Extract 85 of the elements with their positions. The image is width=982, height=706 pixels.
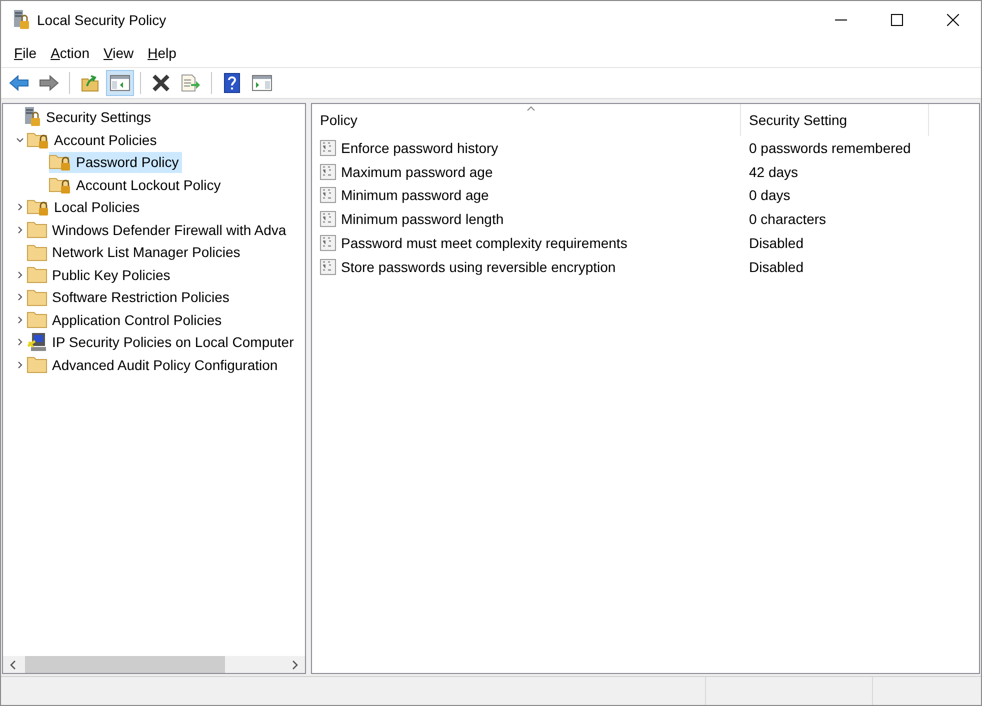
- security-setting-value: Disabled: [748, 258, 804, 275]
- locked-folder-icon: [49, 153, 71, 172]
- tree-item[interactable]: Windows Defender Firewall with Adva: [27, 219, 290, 240]
- security-setting-value: 42 days: [748, 164, 800, 180]
- menu-item[interactable]: Help: [140, 44, 184, 60]
- locked-folder-icon: [27, 130, 49, 149]
- tree-item-label: Account Lockout Policy: [76, 176, 221, 193]
- policy-name: Minimum password age: [341, 187, 489, 204]
- maximize-icon[interactable]: [891, 14, 903, 26]
- tree-item[interactable]: IP Security Policies on Local Computer: [27, 332, 297, 353]
- tree-item[interactable]: Account Policies: [27, 129, 160, 150]
- scrollbar-thumb[interactable]: [25, 656, 225, 673]
- expand-chevron-icon[interactable]: [16, 293, 24, 302]
- locked-folder-icon: [49, 176, 71, 194]
- policy-name: Store passwords using reversible encryption: [341, 258, 616, 275]
- sort-indicator-icon: [527, 106, 535, 111]
- tree-item-label: IP Security Policies on Local Computer: [52, 334, 294, 350]
- tree-pane-icon: [110, 75, 130, 91]
- help-icon: [224, 73, 240, 93]
- tree-item-label: Password Policy: [76, 154, 179, 170]
- close-icon[interactable]: [947, 14, 959, 26]
- scroll-left-icon[interactable]: [9, 660, 17, 670]
- locked-folder-icon: [27, 198, 49, 216]
- tree-item-label: Windows Defender Firewall with Adva: [52, 222, 286, 238]
- security-setting-value: 0 characters: [748, 211, 828, 228]
- window-title: Local Security Policy: [37, 12, 166, 28]
- column-header[interactable]: Security Setting: [741, 104, 929, 136]
- tree-item[interactable]: Account Lockout Policy: [49, 174, 224, 196]
- expand-chevron-icon[interactable]: [16, 226, 24, 234]
- expand-chevron-icon[interactable]: [16, 338, 24, 346]
- tree-item-label: Security Settings: [46, 109, 152, 126]
- policy-setting-icon: [320, 258, 336, 275]
- forward-arrow-icon: [39, 75, 59, 91]
- folder-icon: [27, 311, 47, 328]
- server-lock-icon: [12, 10, 30, 30]
- tree-item[interactable]: Security Settings: [23, 106, 154, 128]
- server-lock-icon: [23, 107, 41, 128]
- tree-item-label: Application Control Policies: [52, 312, 222, 328]
- expand-chevron-icon[interactable]: [16, 270, 24, 279]
- action-pane-icon: [252, 75, 272, 91]
- folder-icon: [27, 221, 47, 238]
- expand-chevron-icon[interactable]: [16, 360, 24, 369]
- tree-item-label: Public Key Policies: [52, 266, 170, 283]
- column-header[interactable]: Policy: [312, 104, 741, 136]
- tree-item-label: Network List Manager Policies: [52, 244, 240, 260]
- folder-icon: [27, 288, 47, 306]
- horizontal-scrollbar[interactable]: [3, 656, 305, 673]
- policy-name: Minimum password length: [341, 211, 504, 228]
- tree-item[interactable]: Local Policies: [27, 196, 143, 218]
- tree-item-label: Advanced Audit Policy Configuration: [52, 356, 278, 373]
- tree-item[interactable]: Software Restriction Policies: [27, 286, 232, 308]
- policy-name: Enforce password history: [341, 140, 498, 156]
- up-folder-icon: [81, 74, 99, 92]
- policy-setting-icon: [320, 140, 336, 156]
- policy-name: Password must meet complexity requirements: [341, 235, 628, 252]
- security-setting-value: 0 days: [748, 187, 792, 204]
- menu-item[interactable]: View: [96, 44, 141, 60]
- tree-item[interactable]: Network List Manager Policies: [27, 242, 244, 263]
- computer-key-icon: [27, 332, 47, 352]
- policy-setting-icon: [320, 187, 336, 204]
- collapse-chevron-icon[interactable]: [16, 136, 24, 144]
- menu-item[interactable]: Action: [44, 44, 96, 60]
- back-arrow-icon: [9, 75, 29, 91]
- scroll-right-icon[interactable]: [291, 660, 299, 670]
- tree-item-label: Account Policies: [54, 132, 157, 148]
- folder-icon: [27, 244, 47, 261]
- tree-item-label: Local Policies: [54, 199, 140, 216]
- policy-setting-icon: [320, 211, 336, 228]
- tree-item-label: Software Restriction Policies: [52, 289, 230, 306]
- tree-item[interactable]: Password Policy: [49, 152, 182, 173]
- tree-item[interactable]: Advanced Audit Policy Configuration: [27, 354, 281, 376]
- folder-icon: [27, 266, 47, 284]
- expand-chevron-icon[interactable]: [16, 316, 24, 324]
- tree-item[interactable]: Public Key Policies: [27, 264, 174, 286]
- export-list-icon: [181, 74, 201, 92]
- policy-setting-icon: [320, 164, 336, 180]
- tree-item[interactable]: Application Control Policies: [27, 309, 225, 330]
- security-setting-value: Disabled: [748, 235, 804, 252]
- folder-icon: [27, 356, 47, 374]
- policy-setting-icon: [320, 235, 336, 252]
- menu-item[interactable]: File: [7, 44, 44, 60]
- security-setting-value: 0 passwords remembered: [748, 140, 912, 156]
- delete-icon: [152, 74, 170, 92]
- expand-chevron-icon[interactable]: [16, 203, 24, 212]
- policy-name: Maximum password age: [341, 164, 493, 180]
